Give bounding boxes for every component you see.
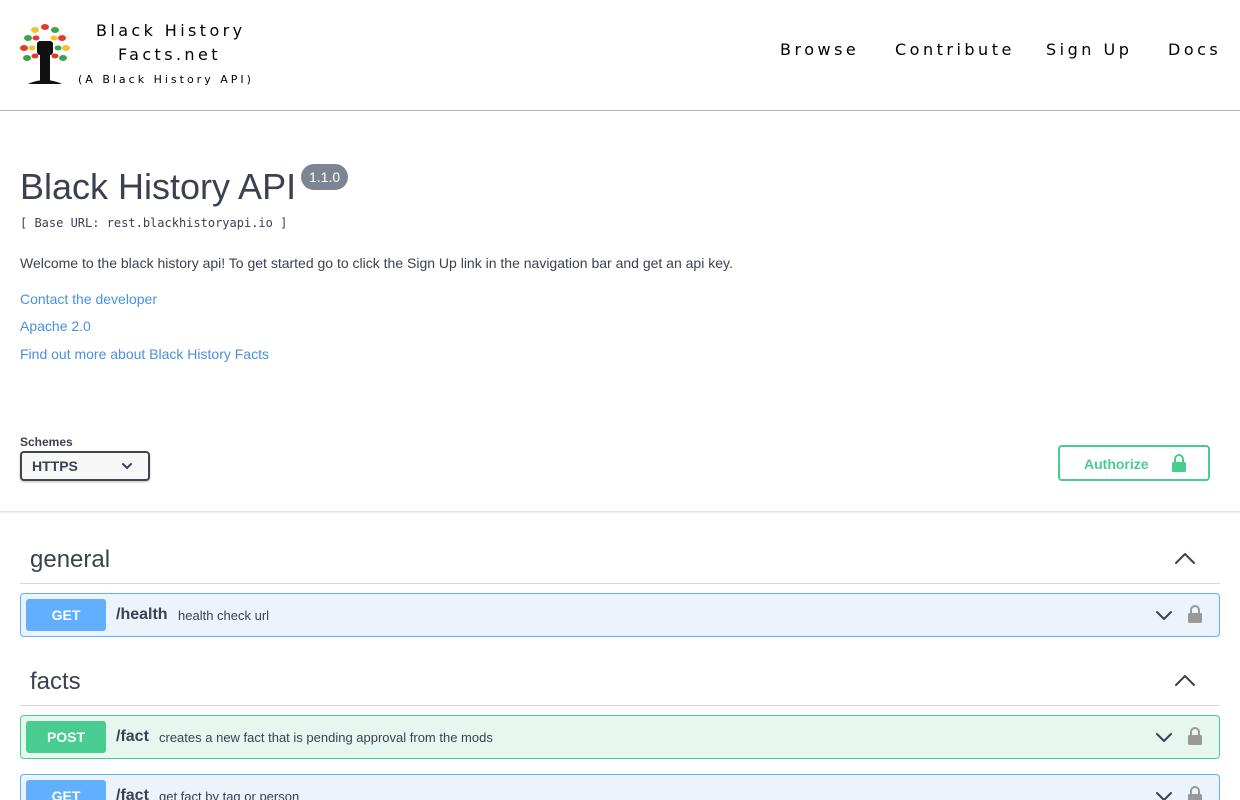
chevron-up-icon[interactable] — [1174, 550, 1196, 566]
tag-section-facts[interactable]: facts — [20, 658, 1220, 706]
chevron-down-icon[interactable] — [1155, 789, 1173, 800]
contact-developer-link[interactable]: Contact the developer — [20, 291, 157, 307]
top-navbar: Black History Facts.net (A Black History… — [0, 0, 1240, 111]
api-description: Welcome to the black history api! To get… — [20, 255, 733, 271]
nav-contribute-link[interactable]: Contribute — [895, 40, 1015, 59]
chevron-down-icon[interactable] — [1155, 730, 1173, 744]
operation-post-fact[interactable]: POST /fact creates a new fact that is pe… — [20, 715, 1220, 759]
operation-path: /fact — [116, 728, 149, 745]
operation-get-health[interactable]: GET /health health check url — [20, 593, 1220, 637]
tag-name: facts — [30, 668, 81, 695]
version-badge: 1.1.0 — [301, 164, 349, 190]
brand-title-line1[interactable]: Black History — [96, 21, 246, 40]
tag-section-general[interactable]: general — [20, 536, 1220, 584]
operation-get-fact[interactable]: GET /fact get fact by tag or person — [20, 774, 1220, 800]
schemes-selected-value: HTTPS — [32, 458, 78, 474]
chevron-down-icon[interactable] — [1155, 608, 1173, 622]
lock-icon[interactable] — [1187, 605, 1203, 623]
operation-summary: health check url — [178, 608, 270, 623]
nav-docs-link[interactable]: Docs — [1168, 40, 1221, 59]
external-docs-link[interactable]: Find out more about Black History Facts — [20, 346, 269, 362]
authorize-label: Authorize — [1084, 456, 1149, 472]
operation-path: /fact — [116, 787, 149, 800]
operation-summary: creates a new fact that is pending appro… — [159, 730, 493, 745]
authorize-button[interactable]: Authorize — [1058, 445, 1210, 481]
tag-name: general — [30, 546, 111, 573]
schemes-bar: Schemes HTTPS Authorize — [0, 420, 1240, 512]
api-title: Black History API — [20, 166, 297, 207]
brand-title-line2[interactable]: Facts.net — [118, 45, 221, 64]
operation-path: /health — [116, 606, 168, 623]
nav-browse-link[interactable]: Browse — [780, 40, 859, 59]
schemes-select[interactable]: HTTPS — [20, 451, 150, 481]
schemes-label: Schemes — [20, 435, 73, 449]
lock-icon[interactable] — [1187, 786, 1203, 800]
chevron-up-icon[interactable] — [1174, 672, 1196, 688]
tree-fist-logo-icon[interactable] — [18, 24, 72, 86]
method-badge: GET — [26, 780, 106, 800]
license-link[interactable]: Apache 2.0 — [20, 318, 91, 334]
chevron-down-icon — [122, 463, 132, 469]
lock-icon — [1172, 454, 1186, 472]
base-url: [ Base URL: rest.blackhistoryapi.io ] — [20, 216, 288, 230]
operation-summary: get fact by tag or person — [159, 789, 300, 800]
lock-icon[interactable] — [1187, 727, 1203, 745]
method-badge: POST — [26, 721, 106, 753]
brand-subtitle: (A Black History API) — [78, 73, 254, 86]
nav-signup-link[interactable]: Sign Up — [1046, 40, 1132, 59]
method-badge: GET — [26, 599, 106, 631]
